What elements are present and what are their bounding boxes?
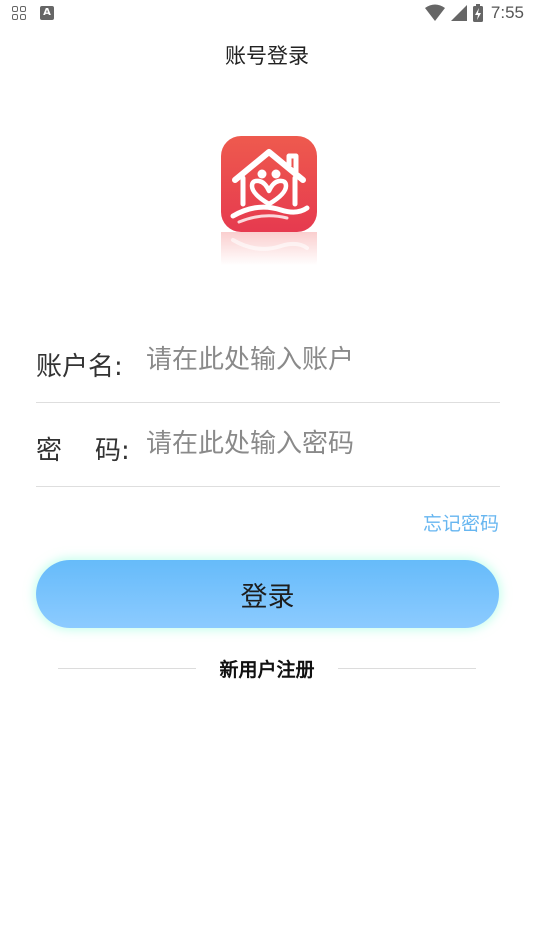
forgot-password-link[interactable]: 忘记密码 <box>423 509 499 536</box>
cellular-signal-icon <box>450 5 467 21</box>
page-title: 账号登录 <box>225 44 309 68</box>
username-row: 账户名: <box>36 318 500 403</box>
register-link[interactable]: 新用户注册 <box>58 655 476 682</box>
app-logo-wrapper <box>221 136 317 232</box>
apps-icon <box>12 6 26 20</box>
status-time: 7:55 <box>490 3 524 22</box>
status-bar-left: A <box>12 6 54 20</box>
login-button[interactable]: 登录 <box>36 560 499 628</box>
password-label: 密 码: <box>36 436 130 466</box>
password-row: 密 码: <box>36 402 500 487</box>
font-a-icon: A <box>40 6 54 20</box>
logo-reflection <box>221 232 317 280</box>
home-heart-logo <box>221 136 317 232</box>
battery-icon <box>472 4 483 22</box>
username-label: 账户名: <box>36 352 123 382</box>
password-input[interactable] <box>146 424 496 464</box>
status-bar-right: 7:55 <box>424 3 524 23</box>
register-row: 新用户注册 <box>58 652 476 684</box>
username-input[interactable] <box>146 340 496 380</box>
wifi-icon <box>424 4 445 21</box>
status-bar: A 7:55 <box>0 0 534 28</box>
